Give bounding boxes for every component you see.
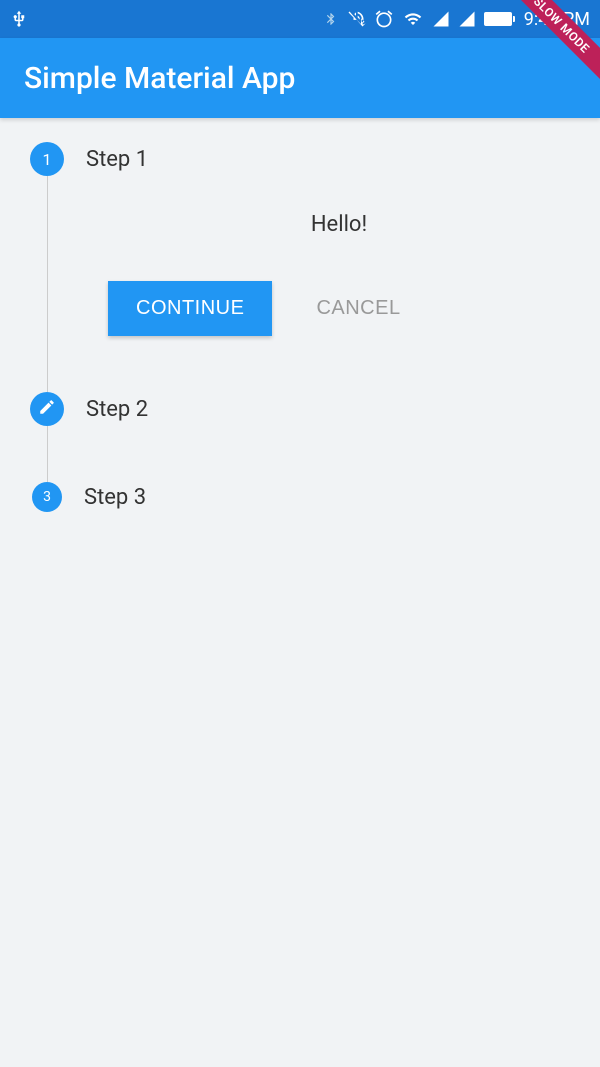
step-body-text: Hello!	[108, 212, 570, 237]
step-content-1: Hello! CONTINUE CANCEL	[47, 176, 570, 392]
signal-icon-1	[432, 10, 450, 28]
app-bar: Simple Material App	[0, 38, 600, 118]
step-number-3: 3	[43, 489, 51, 505]
step-indicator-1: 1	[30, 142, 64, 176]
wifi-icon	[402, 10, 424, 28]
edit-icon	[38, 398, 56, 420]
step-indicator-2	[30, 392, 64, 426]
stepper: 1 Step 1 Hello! CONTINUE CANCEL Step 2 3	[30, 142, 570, 512]
step-indicator-3: 3	[32, 482, 62, 512]
alarm-icon	[374, 9, 394, 29]
battery-icon	[484, 12, 512, 26]
step-header-3[interactable]: 3 Step 3	[30, 482, 570, 512]
status-left	[10, 8, 28, 30]
usb-icon	[10, 8, 28, 30]
step-label-3: Step 3	[84, 485, 146, 510]
step-number-1: 1	[43, 150, 52, 169]
signal-icon-2	[458, 10, 476, 28]
step-label-1: Step 1	[86, 147, 148, 172]
step-connector-2	[47, 426, 570, 482]
content-area: 1 Step 1 Hello! CONTINUE CANCEL Step 2 3	[0, 118, 600, 536]
app-title: Simple Material App	[24, 61, 295, 96]
step-header-2[interactable]: Step 2	[30, 392, 570, 426]
continue-button[interactable]: CONTINUE	[108, 281, 272, 336]
step-label-2: Step 2	[86, 397, 148, 422]
status-bar: 9:44 PM	[0, 0, 600, 38]
step-actions: CONTINUE CANCEL	[108, 281, 570, 336]
bluetooth-icon	[324, 10, 338, 28]
cancel-button[interactable]: CANCEL	[308, 281, 408, 336]
step-header-1[interactable]: 1 Step 1	[30, 142, 570, 176]
mute-icon	[346, 9, 366, 29]
